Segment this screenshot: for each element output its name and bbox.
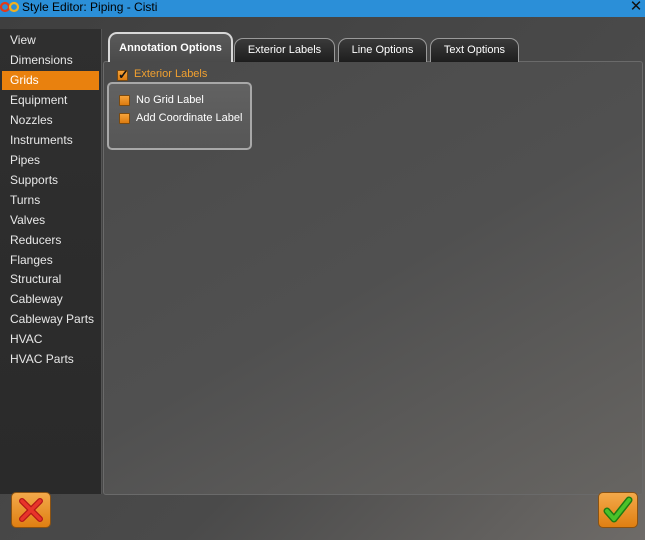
sidebar-item-reducers[interactable]: Reducers <box>2 231 99 250</box>
sidebar-item-flanges[interactable]: Flanges <box>2 251 99 270</box>
tab-line-options[interactable]: Line Options <box>338 38 427 62</box>
app-logo-icon <box>0 0 22 17</box>
sidebar-item-cableway-parts[interactable]: Cableway Parts <box>2 310 99 329</box>
sidebar-item-equipment[interactable]: Equipment <box>2 91 99 110</box>
add-coordinate-label-checkbox[interactable] <box>119 113 130 124</box>
tab-text-options[interactable]: Text Options <box>430 38 519 62</box>
sidebar-item-view[interactable]: View <box>2 31 99 50</box>
sidebar-item-supports[interactable]: Supports <box>2 171 99 190</box>
exterior-labels-checkbox[interactable]: ✓ <box>117 67 129 82</box>
sidebar-item-turns[interactable]: Turns <box>2 191 99 210</box>
checkmark-icon: ✓ <box>118 67 129 82</box>
sidebar-item-hvac[interactable]: HVAC <box>2 330 99 349</box>
sidebar-item-hvac-parts[interactable]: HVAC Parts <box>2 350 99 369</box>
exterior-labels-group-label: Exterior Labels <box>134 68 208 80</box>
cancel-button[interactable] <box>11 492 51 528</box>
sidebar-item-grids[interactable]: Grids <box>2 71 99 90</box>
sidebar-item-pipes[interactable]: Pipes <box>2 151 99 170</box>
sidebar-item-valves[interactable]: Valves <box>2 211 99 230</box>
sidebar-item-structural[interactable]: Structural <box>2 270 99 289</box>
sidebar-item-cableway[interactable]: Cableway <box>2 290 99 309</box>
tab-exterior-labels[interactable]: Exterior Labels <box>234 38 335 62</box>
green-check-icon <box>603 496 633 523</box>
title-bar: Style Editor: Piping - Cisti ✕ <box>0 0 645 17</box>
style-editor-window: View Dimensions Grids Equipment Nozzles … <box>0 17 645 540</box>
red-x-icon <box>19 498 43 522</box>
no-grid-label-text: No Grid Label <box>136 94 204 106</box>
sidebar-item-nozzles[interactable]: Nozzles <box>2 111 99 130</box>
window-title: Style Editor: Piping - Cisti <box>22 0 158 14</box>
ok-button[interactable] <box>598 492 638 528</box>
no-grid-label-checkbox[interactable] <box>119 95 130 106</box>
tab-annotation-options[interactable]: Annotation Options <box>108 32 233 62</box>
add-coordinate-label-text: Add Coordinate Label <box>136 112 243 124</box>
sidebar-item-dimensions[interactable]: Dimensions <box>2 51 99 70</box>
category-sidebar: View Dimensions Grids Equipment Nozzles … <box>0 29 102 494</box>
sidebar-item-instruments[interactable]: Instruments <box>2 131 99 150</box>
close-icon[interactable]: ✕ <box>629 0 643 15</box>
